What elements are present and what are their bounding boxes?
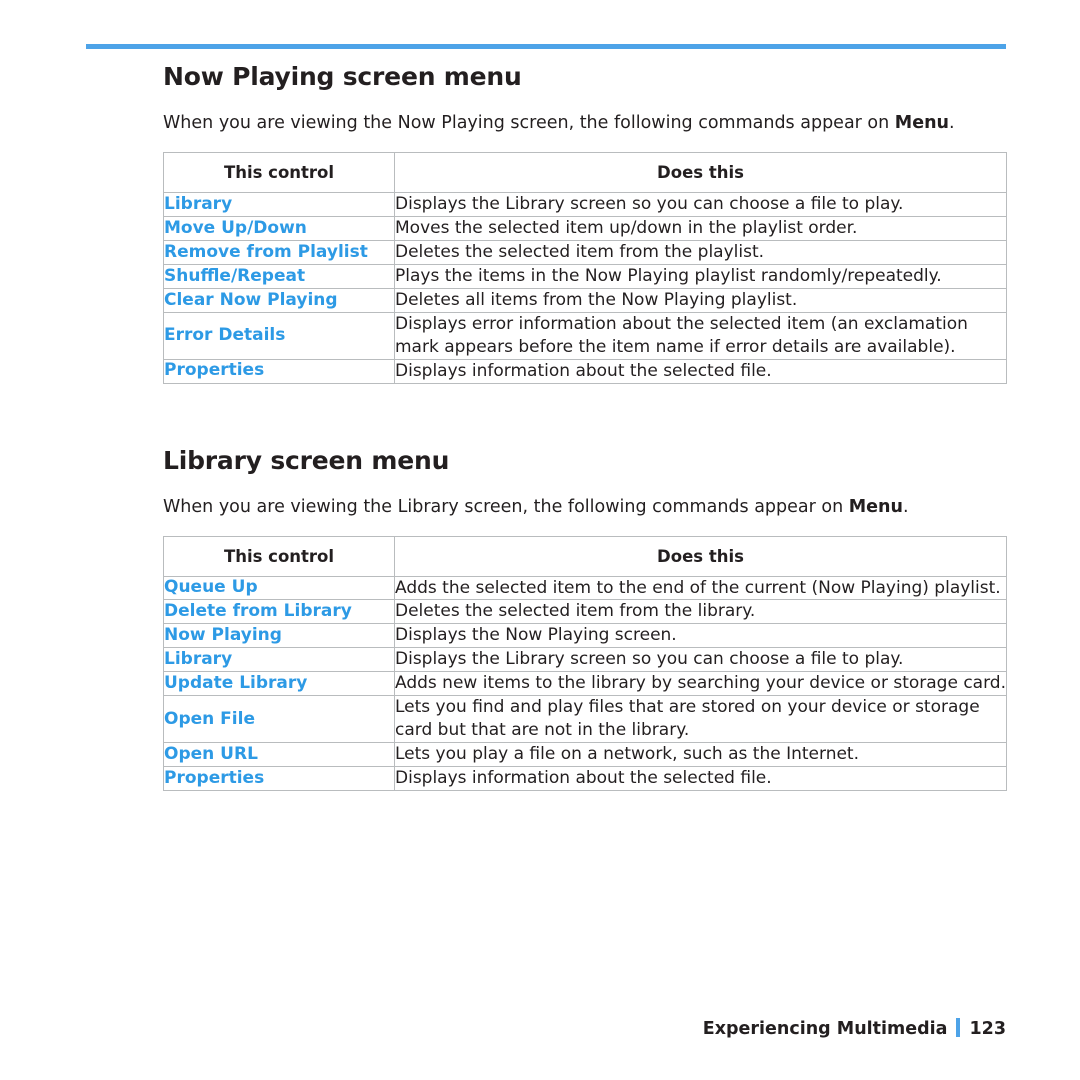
document-page: Now Playing screen menu When you are vie…: [0, 0, 1080, 1080]
intro-text-tail: .: [902, 496, 909, 517]
column-header-description: Does this: [394, 152, 1007, 193]
table-row: Queue Up Adds the selected item to the e…: [163, 575, 1007, 601]
menu-command-description: Displays error information about the sel…: [394, 311, 1007, 360]
table-row: Delete from Library Deletes the selected…: [163, 599, 1007, 625]
menu-command-label[interactable]: Shuffle/Repeat: [163, 263, 395, 289]
table-row: Move Up/Down Moves the selected item up/…: [163, 215, 1007, 241]
menu-command-label[interactable]: Now Playing: [163, 623, 395, 649]
column-header-description: Does this: [394, 535, 1007, 577]
menu-command-label[interactable]: Queue Up: [163, 575, 395, 601]
menu-command-description: Deletes the selected item from the playl…: [394, 239, 1007, 265]
now-playing-menu-table: This control Does this Library Displays …: [163, 152, 1007, 384]
menu-command-description: Adds the selected item to the end of the…: [394, 575, 1007, 601]
menu-command-label[interactable]: Error Details: [163, 311, 395, 360]
table-row: Error Details Displays error information…: [163, 311, 1007, 360]
menu-command-label[interactable]: Delete from Library: [163, 599, 395, 625]
table-row: Clear Now Playing Deletes all items from…: [163, 287, 1007, 313]
footer-page-number: 123: [969, 1019, 1006, 1039]
page-content: Now Playing screen menu When you are vie…: [163, 62, 1007, 791]
table-row: Open URL Lets you play a file on a netwo…: [163, 742, 1007, 767]
table-row: Shuffle/Repeat Plays the items in the No…: [163, 263, 1007, 289]
menu-command-description: Displays the Now Playing screen.: [394, 623, 1007, 649]
table-row: Library Displays the Library screen so y…: [163, 192, 1007, 217]
menu-command-label[interactable]: Library: [163, 647, 395, 673]
menu-command-label[interactable]: Move Up/Down: [163, 215, 395, 241]
menu-command-description: Deletes the selected item from the libra…: [394, 599, 1007, 625]
section-title-now-playing: Now Playing screen menu: [163, 62, 522, 91]
menu-command-label[interactable]: Library: [163, 192, 395, 217]
intro-text-bold: Menu: [848, 496, 903, 517]
table-row: Update Library Adds new items to the lib…: [163, 671, 1007, 697]
library-menu-table: This control Does this Queue Up Adds the…: [163, 535, 1007, 791]
intro-text-lead: When you are viewing the Now Playing scr…: [163, 113, 895, 133]
menu-command-label[interactable]: Clear Now Playing: [163, 287, 395, 313]
table-row: Library Displays the Library screen so y…: [163, 647, 1007, 673]
intro-text-bold: Menu: [894, 113, 949, 133]
menu-command-label[interactable]: Properties: [163, 358, 395, 384]
footer-separator-icon: [956, 1018, 961, 1037]
menu-command-description: Plays the items in the Now Playing playl…: [394, 263, 1007, 289]
menu-command-description: Displays information about the selected …: [394, 358, 1007, 384]
column-header-control: This control: [163, 152, 395, 193]
menu-command-description: Displays the Library screen so you can c…: [394, 192, 1007, 217]
menu-command-description: Lets you play a file on a network, such …: [394, 742, 1007, 767]
menu-command-description: Displays information about the selected …: [394, 766, 1007, 791]
footer-chapter-label: Experiencing Multimedia: [702, 1019, 948, 1039]
column-header-control: This control: [163, 535, 395, 577]
menu-command-label[interactable]: Open URL: [163, 742, 395, 767]
table-row: Properties Displays information about th…: [163, 766, 1007, 791]
menu-command-description: Displays the Library screen so you can c…: [394, 647, 1007, 673]
section-intro-library: When you are viewing the Library screen,…: [163, 497, 1006, 518]
table-header-row: This control Does this: [163, 152, 1007, 193]
header-rule: [86, 44, 1006, 49]
intro-text-lead: When you are viewing the Library screen,…: [163, 496, 849, 517]
intro-text-tail: .: [949, 113, 955, 133]
table-row: Properties Displays information about th…: [163, 358, 1007, 384]
table-row: Open File Lets you find and play files t…: [163, 695, 1007, 744]
menu-command-description: Lets you find and play files that are st…: [394, 695, 1007, 744]
menu-command-description: Adds new items to the library by searchi…: [394, 671, 1007, 697]
menu-command-label[interactable]: Update Library: [163, 671, 395, 697]
menu-command-label[interactable]: Open File: [163, 695, 395, 744]
menu-command-label[interactable]: Properties: [163, 766, 395, 791]
menu-command-label[interactable]: Remove from Playlist: [163, 239, 395, 265]
section-intro-now-playing: When you are viewing the Now Playing scr…: [163, 113, 1006, 134]
table-header-row: This control Does this: [163, 535, 1007, 577]
section-title-library: Library screen menu: [163, 445, 450, 475]
page-footer: Experiencing Multimedia 123: [163, 1018, 1006, 1039]
table-row: Now Playing Displays the Now Playing scr…: [163, 623, 1007, 649]
menu-command-description: Moves the selected item up/down in the p…: [394, 215, 1007, 241]
table-row: Remove from Playlist Deletes the selecte…: [163, 239, 1007, 265]
menu-command-description: Deletes all items from the Now Playing p…: [394, 287, 1007, 313]
